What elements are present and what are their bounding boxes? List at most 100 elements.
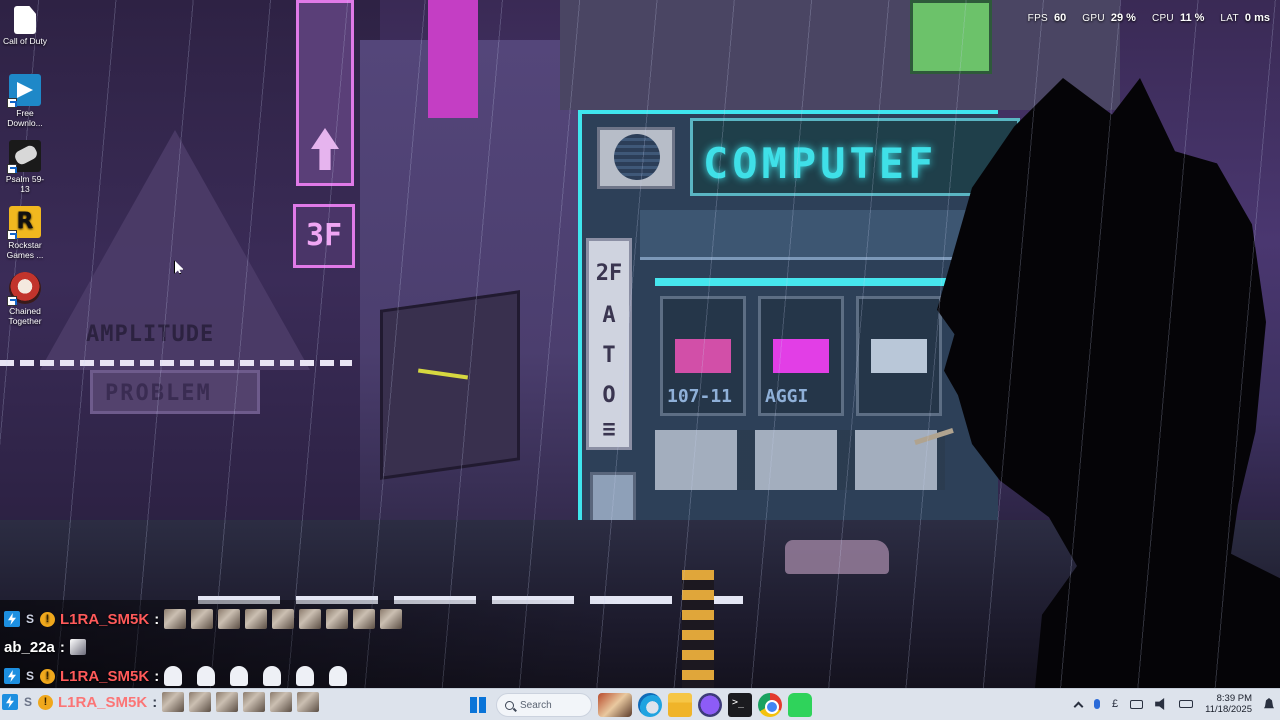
windows-start-icon[interactable] [466, 693, 490, 717]
cat-emote-icon [216, 692, 239, 712]
ghost-emote-icon [263, 666, 282, 686]
chat-username: L1RA_SM5K [60, 610, 150, 628]
battery-icon[interactable] [1179, 700, 1194, 708]
ghost-emote-icon [197, 666, 216, 686]
cat-emote-icon [218, 609, 241, 629]
desktop-wallpaper[interactable]: AMPLITUDE PROBLEM 3F COMPUTEF 107-11 AGG… [0, 0, 1280, 688]
desktop-icon-label: Rockstar Games ... [6, 240, 44, 260]
cat-emote-icon [353, 609, 376, 629]
cat-emote-icon [270, 692, 293, 712]
warning-badge-icon: ! [38, 694, 53, 710]
rockstar-icon: R [7, 206, 41, 240]
shortcut-arrow-icon [7, 98, 17, 108]
taskbar-search[interactable]: Search [496, 693, 592, 717]
cat-emote-icon [245, 609, 268, 629]
psalm-icon [7, 140, 41, 174]
ghost-emote-icon [164, 666, 183, 686]
cpu-value: 11 % [1179, 12, 1205, 24]
notification-bell-icon[interactable] [1264, 698, 1274, 709]
chat-username: L1RA_SM5K [60, 667, 150, 685]
latency-readout: LAT 0 ms [1220, 12, 1270, 24]
bolt-badge-icon [4, 668, 20, 684]
chat-separator: : [152, 693, 158, 711]
subscriber-badge: S [25, 612, 34, 626]
subscriber-badge: S [23, 695, 32, 709]
chat-message: S ! L1RA_SM5K : [4, 666, 357, 686]
desktop-icon-label: Chained Together [8, 306, 42, 326]
shortcut-arrow-icon [7, 230, 17, 240]
search-icon [505, 700, 514, 710]
cpu-readout: CPU 11 % [1152, 12, 1204, 24]
chat-message: S ! L1RA_SM5K : [4, 609, 403, 629]
cpu-label: CPU [1151, 13, 1174, 24]
subscriber-badge: S [25, 669, 34, 683]
system-tray: £ 8:39 PM 11/18/2025 [1073, 693, 1274, 715]
lat-label: LAT [1220, 13, 1239, 24]
cat-emote-icon [299, 609, 322, 629]
chat-message: S ! L1RA_SM5K : [2, 692, 320, 712]
taskbar-clock[interactable]: 8:39 PM 11/18/2025 [1205, 693, 1252, 715]
gpu-value: 29 % [1110, 12, 1136, 24]
desktop-icon-label: Psalm 59-13 [5, 174, 45, 194]
cat-emote-icon [380, 609, 403, 629]
desktop-icon-call-of-duty[interactable]: Call of Duty [2, 6, 48, 46]
desktop-icon-rockstar-games[interactable]: R Rockstar Games ... [2, 206, 48, 260]
search-placeholder: Search [520, 699, 552, 711]
chained-together-icon [7, 272, 41, 306]
cat-emote-icon [297, 692, 320, 712]
fps-label: FPS [1027, 13, 1049, 24]
taskbar-apps: Search [466, 693, 812, 717]
gpu-readout: GPU 29 % [1082, 12, 1136, 24]
emote-icon [69, 639, 86, 655]
bolt-badge-icon [2, 694, 18, 710]
desktop-icon-label: Free Downlo... [7, 108, 43, 128]
warning-badge-icon: ! [40, 611, 55, 627]
bolt-badge-icon [4, 611, 20, 627]
desktop-icon-label: Call of Duty [3, 36, 47, 46]
desktop-icon-free-download[interactable]: Free Downlo... [2, 74, 48, 128]
chat-username: L1RA_SM5K [58, 693, 148, 711]
ghost-emote-icon [296, 666, 315, 686]
chat-separator: : [154, 610, 160, 628]
gpu-label: GPU [1082, 13, 1105, 24]
cat-emote-icon [189, 692, 212, 712]
file-explorer-icon[interactable] [668, 693, 692, 717]
discord-icon[interactable] [698, 693, 722, 717]
cat-emote-icon [164, 609, 187, 629]
edge-browser-icon[interactable] [638, 693, 662, 717]
fps-value: 60 [1054, 12, 1067, 24]
cat-emote-icon [162, 692, 185, 712]
clock-date: 11/18/2025 [1205, 704, 1252, 715]
free-download-icon [7, 74, 41, 108]
android-app-icon[interactable] [788, 693, 812, 717]
network-icon[interactable] [1130, 699, 1144, 709]
desktop-icon-psalm[interactable]: Psalm 59-13 [2, 140, 48, 194]
desktop-icon-chained-together[interactable]: Chained Together [2, 272, 48, 326]
warning-badge-icon: ! [40, 668, 55, 684]
ghost-emote-icon [329, 666, 348, 686]
microphone-icon[interactable] [1094, 699, 1101, 709]
chrome-icon[interactable] [758, 693, 782, 717]
cat-emote-icon [191, 609, 214, 629]
shortcut-arrow-icon [7, 296, 17, 306]
shortcut-arrow-icon [7, 164, 17, 174]
chat-username: ab_22a [4, 638, 55, 656]
ghost-emote-icon [230, 666, 249, 686]
performance-overlay: FPS 60 GPU 29 % CPU 11 % LAT 0 ms [1028, 12, 1270, 24]
wallpaper-rain [0, 0, 1280, 688]
chat-separator: : [59, 638, 65, 656]
currency-icon[interactable]: £ [1112, 698, 1118, 710]
volume-icon[interactable] [1155, 698, 1165, 710]
terminal-icon[interactable] [728, 693, 752, 717]
lat-value: 0 ms [1244, 12, 1270, 24]
chevron-up-icon[interactable] [1073, 701, 1084, 711]
clock-time: 8:39 PM [1216, 693, 1252, 704]
cat-emote-icon [243, 692, 266, 712]
fps-readout: FPS 60 [1028, 12, 1067, 24]
game-app-icon[interactable] [598, 693, 632, 717]
document-icon [14, 6, 36, 34]
cat-emote-icon [272, 609, 295, 629]
cat-emote-icon [326, 609, 349, 629]
chat-separator: : [154, 667, 160, 685]
chat-message: ab_22a : [4, 637, 86, 657]
